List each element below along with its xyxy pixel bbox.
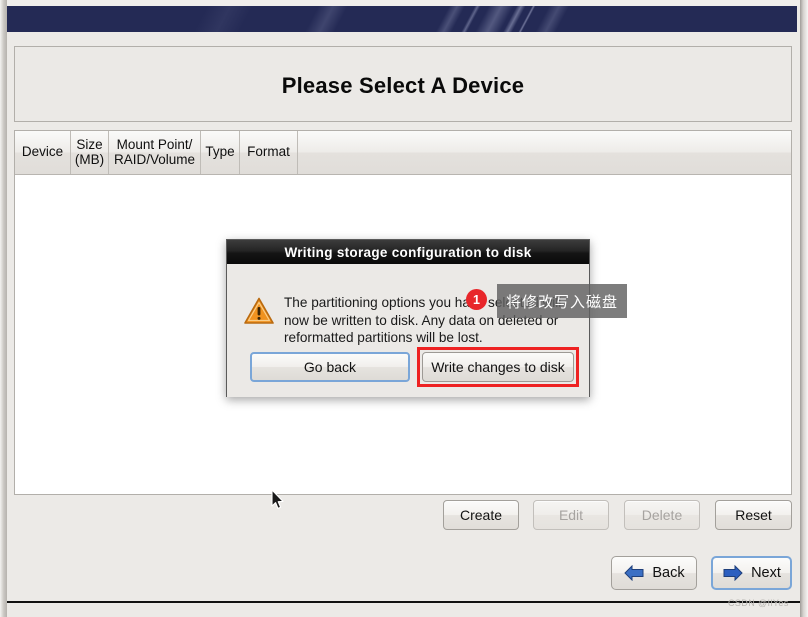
annotation-tooltip: 将修改写入磁盘	[497, 284, 627, 318]
partition-actions: Create Edit Delete Reset	[14, 500, 792, 531]
back-button-label: Back	[652, 565, 685, 581]
wizard-navigation: Back Next	[0, 556, 792, 592]
create-button[interactable]: Create	[443, 500, 519, 530]
bottom-divider	[7, 601, 800, 603]
mouse-cursor	[271, 489, 285, 511]
back-button[interactable]: Back	[611, 556, 697, 590]
arrow-left-icon	[623, 565, 645, 581]
column-header[interactable]: Mount Point/ RAID/Volume	[109, 131, 201, 174]
watermark: CSDN @IlYes	[728, 598, 789, 608]
banner-streak	[282, 6, 358, 32]
banner-streak	[173, 6, 261, 32]
next-button-label: Next	[751, 565, 781, 581]
window-frame-right	[800, 0, 808, 617]
arrow-right-icon	[722, 565, 744, 581]
device-table-header: Device Size (MB) Mount Point/ RAID/Volume T…	[15, 131, 791, 175]
write-changes-dialog: Writing storage configuration to disk Th…	[226, 239, 590, 397]
column-header[interactable]: Type	[201, 131, 240, 174]
reset-button[interactable]: Reset	[715, 500, 792, 530]
edit-button: Edit	[533, 500, 609, 530]
column-header[interactable]: Device	[15, 131, 71, 174]
installer-window: Please Select A Device Device Size (MB) Mo…	[0, 0, 808, 617]
header-banner	[7, 6, 797, 32]
annotation-step-badge: 1	[466, 289, 487, 310]
column-header[interactable]: Format	[240, 131, 298, 174]
dialog-title: Writing storage configuration to disk	[227, 240, 589, 264]
go-back-button[interactable]: Go back	[250, 352, 410, 382]
delete-button: Delete	[624, 500, 700, 530]
window-frame-left	[0, 0, 7, 617]
page-title-box: Please Select A Device	[14, 46, 792, 122]
write-changes-to-disk-button[interactable]: Write changes to disk	[422, 352, 574, 382]
warning-icon	[244, 297, 274, 325]
column-header-filler	[298, 131, 791, 174]
page-title: Please Select A Device	[281, 73, 525, 98]
next-button[interactable]: Next	[711, 556, 792, 590]
column-header[interactable]: Size (MB)	[71, 131, 109, 174]
